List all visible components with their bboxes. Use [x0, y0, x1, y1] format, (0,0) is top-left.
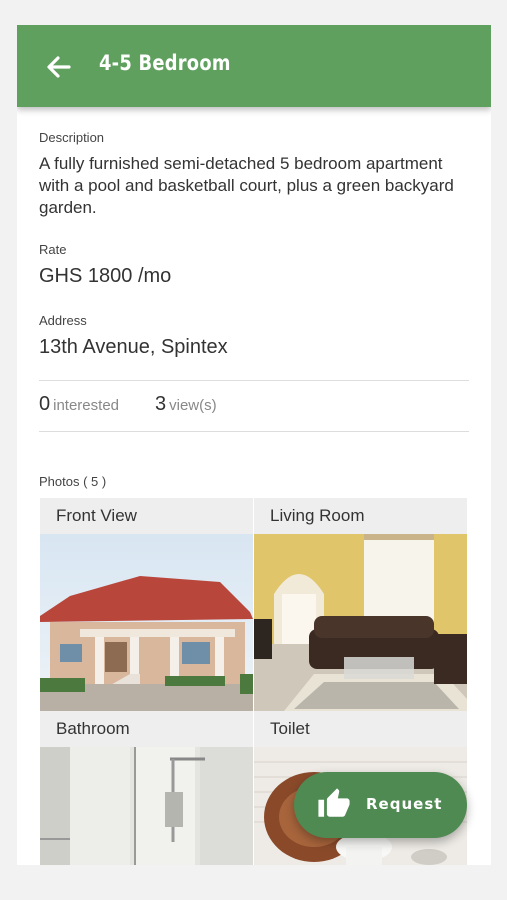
photo-caption: Toilet [254, 711, 467, 747]
living-room-image [254, 534, 467, 711]
back-button[interactable] [41, 49, 77, 85]
interested-stat: 0 interested [39, 393, 119, 416]
thumbs-up-icon [318, 788, 350, 817]
photo-bathroom[interactable]: Bathroom [40, 711, 253, 865]
photo-caption: Living Room [254, 498, 467, 534]
front-view-image [40, 534, 253, 711]
description-label: Description [39, 130, 105, 145]
views-count: 3 [155, 393, 167, 415]
app-bar: 4-5 Bedroom [17, 25, 491, 107]
photo-caption: Bathroom [40, 711, 253, 747]
photo-front-view[interactable]: Front View [40, 498, 253, 711]
views-label: view(s) [169, 397, 217, 414]
address-label: Address [39, 313, 87, 328]
bathroom-image [40, 747, 253, 865]
interested-label: interested [53, 397, 119, 414]
address-value: 13th Avenue, Spintex [39, 336, 228, 358]
arrow-left-icon [47, 56, 71, 78]
photos-label: Photos ( 5 ) [39, 474, 107, 489]
photo-caption: Front View [40, 498, 253, 534]
page-title: 4-5 Bedroom [99, 51, 231, 75]
photo-living-room[interactable]: Living Room [254, 498, 467, 711]
description-text: A fully furnished semi-detached 5 bedroo… [39, 154, 454, 217]
views-stat: 3 view(s) [155, 393, 217, 416]
rate-label: Rate [39, 242, 67, 257]
interested-count: 0 [39, 393, 51, 415]
request-button[interactable]: Request [294, 772, 467, 838]
divider [39, 380, 469, 381]
listing-screen: 4-5 Bedroom Description A fully furnishe… [17, 25, 491, 865]
rate-value: GHS 1800 /mo [39, 265, 172, 287]
request-button-label: Request [366, 795, 443, 813]
divider [39, 431, 469, 432]
